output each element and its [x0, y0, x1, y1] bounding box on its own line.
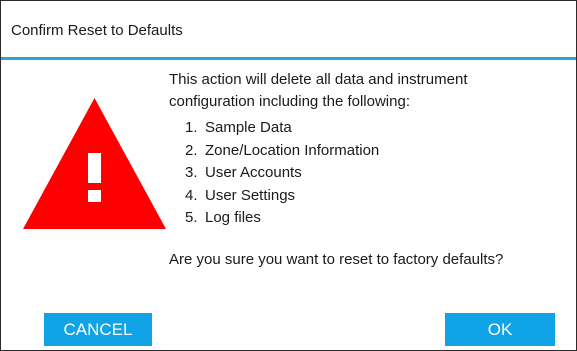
list-item-label: User Settings [205, 186, 296, 204]
confirmation-question: Are you sure you want to reset to factor… [169, 251, 504, 268]
warning-triangle-icon [23, 98, 166, 229]
list-item-number: 2. [185, 141, 198, 159]
list-item-number: 4. [185, 186, 198, 204]
list-item: 1. Sample Data [185, 117, 564, 140]
dialog-title: Confirm Reset to Defaults [11, 22, 183, 39]
list-item-number: 1. [185, 119, 198, 136]
list-item: 3. User Accounts [185, 162, 564, 185]
dialog-message: This action will delete all data and ins… [169, 69, 564, 230]
message-line-2: configuration including the following: [169, 93, 410, 110]
list-item: 2. Zone/Location Information [185, 140, 564, 163]
list-item-label: Sample Data [205, 119, 292, 136]
list-item-label: User Accounts [205, 164, 302, 181]
ok-button[interactable]: OK [445, 313, 555, 346]
list-item-number: 5. [185, 209, 198, 226]
list-item-label: Zone/Location Information [205, 141, 380, 159]
cancel-button[interactable]: CANCEL [44, 313, 152, 346]
list-item-label: Log files [205, 209, 261, 226]
title-divider [1, 57, 576, 60]
list-item: 4. User Settings [185, 185, 564, 208]
list-item-number: 3. [185, 164, 198, 181]
list-item: 5. Log files [185, 207, 564, 230]
message-line-1: This action will delete all data and ins… [169, 71, 468, 88]
confirm-reset-dialog: Confirm Reset to Defaults This action wi… [0, 0, 577, 351]
deletion-list: 1. Sample Data 2. Zone/Location Informatio… [169, 117, 564, 230]
dialog-title-bar: Confirm Reset to Defaults [1, 1, 576, 58]
